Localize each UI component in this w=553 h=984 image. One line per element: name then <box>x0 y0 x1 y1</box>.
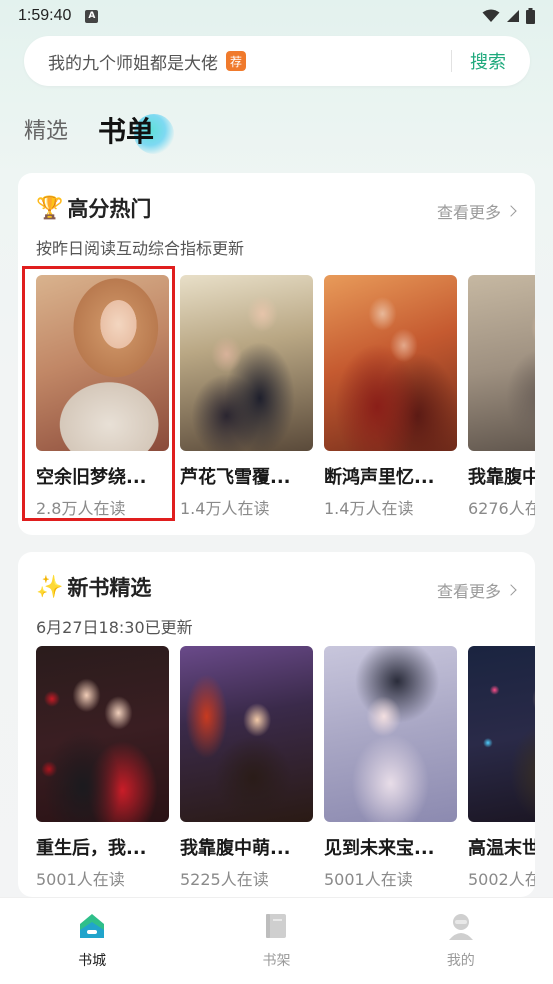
notification-a-icon: A <box>85 9 99 23</box>
search-button[interactable]: 搜索 <box>470 48 506 74</box>
section-header: 🏆 高分热门 <box>36 193 151 223</box>
nav-profile[interactable]: 我的 <box>369 898 553 984</box>
book-cover[interactable] <box>36 275 169 451</box>
book-card[interactable]: 高温末世 5002人在 <box>468 646 535 890</box>
wifi-icon <box>482 9 500 22</box>
battery-icon <box>526 8 535 24</box>
book-readers: 1.4万人在读 <box>324 499 414 518</box>
book-readers: 5002人在 <box>468 870 535 889</box>
book-card[interactable]: 空余旧梦绕... 2.8万人在读 <box>36 275 169 519</box>
section-header: ✨ 新书精选 <box>36 572 151 602</box>
book-card[interactable]: 我靠腹中 6276人在 <box>468 275 535 519</box>
book-title: 重生后，我... <box>36 838 147 859</box>
status-time: 1:59:40 <box>18 7 72 24</box>
book-cover[interactable] <box>36 646 169 822</box>
section-new-books: ✨ 新书精选 查看更多 6月27日18:30已更新 重生后，我... 5001人… <box>18 552 535 897</box>
book-list: 重生后，我... 5001人在读 我靠腹中萌... 5225人在读 见到未来宝.… <box>36 646 535 890</box>
book-readers: 6276人在 <box>468 499 535 518</box>
book-card[interactable]: 重生后，我... 5001人在读 <box>36 646 169 890</box>
book-cover[interactable] <box>180 646 313 822</box>
bookshelf-icon <box>260 910 292 942</box>
book-cover[interactable] <box>180 275 313 451</box>
book-title: 我靠腹中萌... <box>180 838 291 859</box>
book-title: 高温末世 <box>468 838 535 859</box>
section-subtitle: 6月27日18:30已更新 <box>36 618 193 637</box>
chevron-right-icon <box>505 205 517 217</box>
book-readers: 1.4万人在读 <box>180 499 270 518</box>
book-cover[interactable] <box>324 646 457 822</box>
recommend-badge: 荐 <box>226 51 246 71</box>
signal-icon <box>507 10 519 22</box>
bottom-nav: 书城 书架 我的 <box>0 897 553 984</box>
status-bar: 1:59:40 A <box>0 0 553 32</box>
see-more-label: 查看更多 <box>436 582 501 601</box>
nav-label: 我的 <box>446 953 475 969</box>
section-subtitle: 按昨日阅读互动综合指标更新 <box>36 239 245 258</box>
bookstore-icon <box>76 910 108 942</box>
sparkles-icon: ✨ <box>36 574 64 600</box>
search-divider <box>451 50 452 72</box>
status-icons <box>482 8 535 24</box>
book-title: 断鸿声里忆... <box>324 467 435 488</box>
book-title: 芦花飞雪覆... <box>180 467 291 488</box>
section-title: 新书精选 <box>67 576 152 600</box>
see-more-button[interactable]: 查看更多 <box>436 578 517 602</box>
nav-bookshelf[interactable]: 书架 <box>184 898 368 984</box>
book-title: 我靠腹中 <box>468 467 535 488</box>
section-high-score-hot: 🏆 高分热门 查看更多 按昨日阅读互动综合指标更新 空余旧梦绕... 2.8万人… <box>18 173 535 535</box>
tab-shudan-label: 书单 <box>98 115 155 148</box>
book-readers: 2.8万人在读 <box>36 499 126 518</box>
see-more-button[interactable]: 查看更多 <box>436 199 517 223</box>
nav-label: 书架 <box>262 953 291 969</box>
see-more-label: 查看更多 <box>436 203 501 222</box>
book-readers: 5225人在读 <box>180 870 269 889</box>
book-card[interactable]: 见到未来宝... 5001人在读 <box>324 646 457 890</box>
book-title: 空余旧梦绕... <box>36 467 147 488</box>
tab-shudan[interactable]: 书单 <box>98 110 175 154</box>
tab-jingxuan[interactable]: 精选 <box>24 110 68 154</box>
book-card[interactable]: 断鸿声里忆... 1.4万人在读 <box>324 275 457 519</box>
book-readers: 5001人在读 <box>324 870 413 889</box>
nav-bookstore[interactable]: 书城 <box>0 898 184 984</box>
section-title: 高分热门 <box>67 197 152 221</box>
profile-icon <box>445 910 477 942</box>
book-title: 见到未来宝... <box>324 838 435 859</box>
book-cover[interactable] <box>324 275 457 451</box>
book-cover[interactable] <box>468 646 535 822</box>
chevron-right-icon <box>505 584 517 596</box>
search-input[interactable]: 我的九个师姐都是大佬 <box>48 49 218 74</box>
book-card[interactable]: 我靠腹中萌... 5225人在读 <box>180 646 313 890</box>
trophy-icon: 🏆 <box>36 195 64 221</box>
book-card[interactable]: 芦花飞雪覆... 1.4万人在读 <box>180 275 313 519</box>
book-readers: 5001人在读 <box>36 870 125 889</box>
book-cover[interactable] <box>468 275 535 451</box>
book-list: 空余旧梦绕... 2.8万人在读 芦花飞雪覆... 1.4万人在读 断鸿声里忆.… <box>36 275 535 519</box>
top-tabs: 精选 书单 <box>24 110 175 154</box>
nav-label: 书城 <box>78 953 107 969</box>
search-bar[interactable]: 我的九个师姐都是大佬 荐 搜索 <box>24 36 530 86</box>
